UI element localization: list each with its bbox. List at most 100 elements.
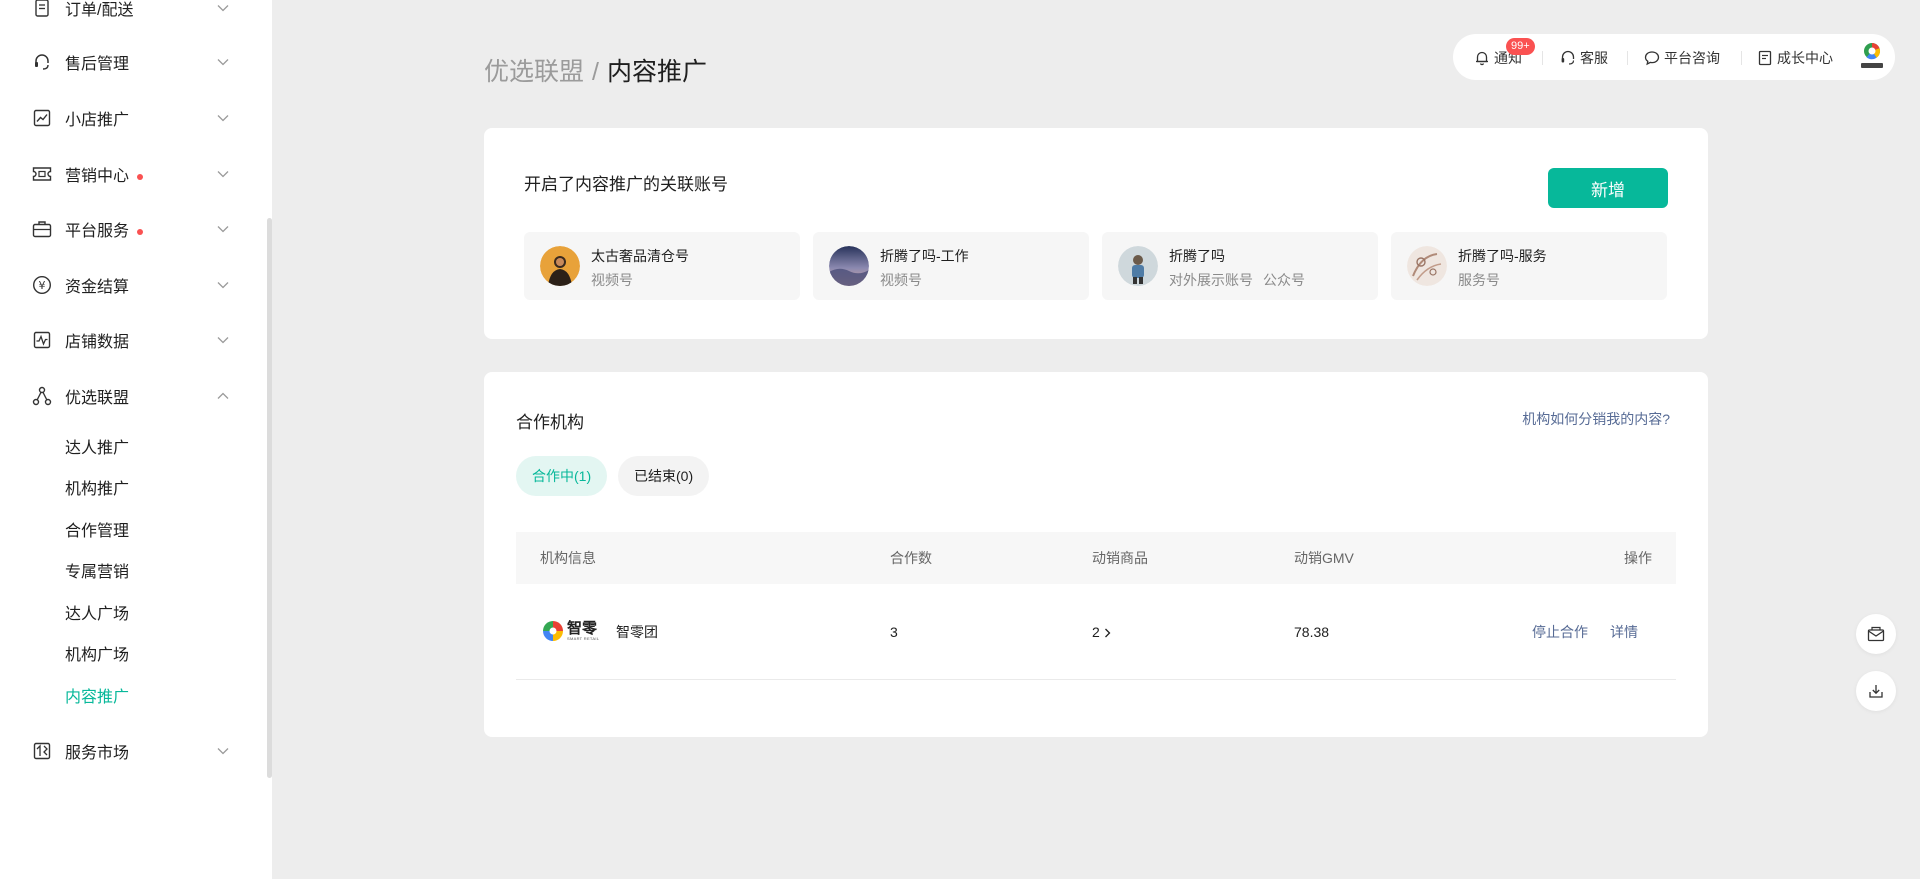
platform-consult-button[interactable]: 平台咨询: [1644, 48, 1720, 68]
account-type: 视频号: [880, 272, 922, 288]
sidebar-item-orders[interactable]: 订单/配送: [0, 0, 260, 28]
sidebar-subitem-agency-square[interactable]: 机构广场: [65, 641, 129, 665]
message-float-button[interactable]: [1856, 614, 1896, 654]
cooperation-count: 3: [890, 624, 898, 640]
sidebar-item-label: 售后管理: [65, 56, 130, 73]
add-account-button[interactable]: 新增: [1548, 168, 1668, 208]
briefcase-icon: [32, 219, 52, 239]
sidebar-scrollbar[interactable]: [267, 218, 272, 778]
goods-count-link[interactable]: 2: [1092, 584, 1111, 680]
sidebar-item-label: 平台服务: [65, 217, 144, 241]
gmv-value: 78.38: [1294, 624, 1330, 640]
platform-consult-label: 平台咨询: [1664, 50, 1720, 66]
stop-cooperation-link[interactable]: 停止合作: [1532, 584, 1588, 680]
column-header-ops: 操作: [1624, 550, 1652, 566]
sidebar-item-settlement[interactable]: ¥ 资金结算: [0, 265, 260, 305]
agency-name: 智零团: [616, 624, 658, 640]
customer-service-button[interactable]: 客服: [1560, 48, 1608, 68]
sidebar-subitem-influencer-square[interactable]: 达人广场: [65, 600, 129, 624]
account-card[interactable]: 折腾了吗-服务 服务号: [1391, 232, 1667, 300]
document-icon: [1758, 50, 1772, 66]
chevron-down-icon: [216, 278, 230, 292]
column-header-goods: 动销商品: [1092, 550, 1148, 566]
partner-agencies-title: 合作机构: [516, 413, 584, 432]
network-icon: [32, 386, 52, 406]
tab-cooperating[interactable]: 合作中(1): [516, 456, 608, 496]
page-title: 内容推广: [606, 58, 707, 86]
sidebar-item-shop-promotion[interactable]: 小店推广: [0, 98, 260, 138]
avatar: [829, 246, 869, 286]
sidebar-item-label: 小店推广: [65, 112, 130, 129]
chevron-down-icon: [216, 333, 230, 347]
account-card[interactable]: 折腾了吗 对外展示账号 公众号: [1102, 232, 1378, 300]
chevron-down-icon: [216, 744, 230, 758]
chevron-right-icon: [1104, 628, 1111, 638]
download-float-button[interactable]: [1856, 671, 1896, 711]
detail-link[interactable]: 详情: [1610, 584, 1638, 680]
document-icon: [32, 0, 52, 18]
market-icon: [32, 741, 52, 761]
svg-text:¥: ¥: [39, 279, 46, 292]
column-header-gmv: 动销GMV: [1294, 550, 1354, 566]
sidebar-item-after-sales[interactable]: 售后管理: [0, 42, 260, 82]
chevron-down-icon: [216, 1, 230, 15]
sidebar-item-marketing[interactable]: 营销中心: [0, 154, 260, 194]
account-name: 折腾了吗-服务: [1458, 248, 1547, 264]
notice-count-badge: 99+: [1506, 38, 1535, 55]
sidebar-subitem-exclusive-marketing[interactable]: 专属营销: [65, 558, 129, 582]
download-icon: [1869, 685, 1883, 698]
shop-avatar[interactable]: [1855, 40, 1889, 74]
yuan-icon: ¥: [32, 275, 52, 295]
mail-icon: [1867, 626, 1885, 642]
bell-icon: [1476, 51, 1488, 66]
sidebar-item-shop-data[interactable]: 店铺数据: [0, 320, 260, 360]
headset-icon: [32, 52, 52, 72]
customer-service-label: 客服: [1580, 50, 1608, 66]
avatar: [540, 246, 580, 286]
chevron-down-icon: [216, 167, 230, 181]
account-name: 折腾了吗-工作: [880, 248, 969, 264]
sidebar-item-label: 服务市场: [65, 745, 130, 762]
chevron-down-icon: [216, 111, 230, 125]
avatar: [1407, 246, 1447, 286]
sidebar-subitem-cooperation[interactable]: 合作管理: [65, 517, 129, 541]
toolbar-divider: [1627, 51, 1628, 65]
agency-logo: 智零 SMART RETAIL: [542, 617, 600, 645]
sidebar-item-label: 订单/配送: [65, 2, 134, 19]
account-type: 服务号: [1458, 272, 1500, 288]
pinwheel-logo-icon: [543, 621, 563, 641]
agency-help-link[interactable]: 机构如何分销我的内容?: [1522, 409, 1670, 429]
account-name: 折腾了吗: [1169, 248, 1225, 264]
sidebar-subitem-content-promotion[interactable]: 内容推广: [65, 683, 129, 707]
sidebar-subitem-agency-promotion[interactable]: 机构推广: [65, 475, 129, 499]
sidebar-item-label: 优选联盟: [65, 390, 130, 407]
tab-ended[interactable]: 已结束(0): [618, 456, 710, 496]
sidebar-item-platform-service[interactable]: 平台服务: [0, 209, 260, 249]
sidebar: 订单/配送 售后管理 小店推广 营销中心 平台服务 ¥ 资金结算 店铺数据 优选…: [0, 0, 272, 879]
brand-logo-icon: [1861, 42, 1883, 68]
sidebar-item-label: 资金结算: [65, 279, 130, 296]
breadcrumb-parent[interactable]: 优选联盟: [484, 58, 584, 86]
partner-agencies-card: 合作机构 机构如何分销我的内容? 合作中(1) 已结束(0) 机构信息 合作数 …: [484, 372, 1708, 737]
sidebar-item-alliance[interactable]: 优选联盟: [0, 376, 260, 416]
account-card[interactable]: 太古奢品清仓号 视频号: [524, 232, 800, 300]
table-row: 智零 SMART RETAIL 智零团 3 2 78.38 停止合作 详情: [516, 584, 1676, 680]
chevron-down-icon: [216, 55, 230, 69]
account-type: 对外展示账号 公众号: [1169, 272, 1305, 288]
pulse-chart-icon: [32, 330, 52, 350]
account-card[interactable]: 折腾了吗-工作 视频号: [813, 232, 1089, 300]
account-name: 太古奢品清仓号: [591, 248, 689, 264]
linked-accounts-card: 开启了内容推广的关联账号 新增 太古奢品清仓号 视频号 折腾了吗-工作 视频号 …: [484, 128, 1708, 339]
sidebar-item-service-market[interactable]: 服务市场: [0, 731, 260, 771]
headset-icon: [1561, 50, 1575, 65]
sidebar-subitem-influencer-promotion[interactable]: 达人推广: [65, 434, 129, 458]
notification-dot: [137, 228, 144, 235]
chevron-up-icon: [216, 389, 230, 403]
breadcrumb: 优选联盟 / 内容推广: [484, 52, 707, 88]
notification-dot: [137, 173, 144, 180]
sidebar-item-label: 营销中心: [65, 162, 144, 186]
column-header-count: 合作数: [890, 550, 932, 566]
sidebar-item-label: 店铺数据: [65, 334, 130, 351]
account-type: 视频号: [591, 272, 633, 288]
growth-center-button[interactable]: 成长中心: [1757, 48, 1833, 68]
